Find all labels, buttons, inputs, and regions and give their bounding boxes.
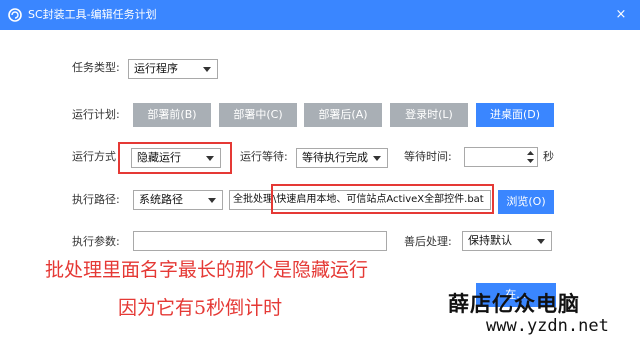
highlight-run-mode	[118, 142, 232, 174]
on-desktop-button[interactable]: 进桌面(D)	[476, 103, 554, 127]
exec-path-type-value: 系统路径	[139, 193, 183, 206]
deploy-after-button[interactable]: 部署后(A)	[304, 103, 382, 127]
watermark-title: 薛店亿众电脑	[448, 291, 580, 316]
post-process-select[interactable]: 保持默认	[462, 231, 552, 251]
dialog-window: SC封装工具-编辑任务计划 × 任务类型: 运行程序 运行计划: 部署前(B) …	[0, 0, 640, 347]
close-icon[interactable]: ×	[612, 6, 630, 24]
task-type-label: 任务类型:	[72, 61, 120, 74]
highlight-exec-path	[271, 184, 494, 214]
on-login-button[interactable]: 登录时(L)	[390, 103, 468, 127]
run-wait-label: 运行等待:	[240, 150, 288, 163]
task-type-value: 运行程序	[134, 62, 178, 75]
spin-arrows-icon[interactable]	[526, 149, 535, 165]
run-mode-label: 运行方式	[72, 150, 116, 163]
title-bar[interactable]: SC封装工具-编辑任务计划 ×	[0, 0, 640, 30]
deploy-during-button[interactable]: 部署中(C)	[219, 103, 297, 127]
chevron-down-icon	[203, 67, 211, 72]
annotation-line-2: 因为它有5秒倒计时	[118, 297, 283, 319]
chevron-down-icon	[208, 198, 216, 203]
exec-params-input[interactable]	[133, 231, 387, 251]
watermark-url: www.yzdn.net	[486, 316, 609, 336]
wait-time-unit: 秒	[543, 150, 554, 163]
chevron-down-icon	[373, 156, 381, 161]
post-process-label: 善后处理:	[404, 235, 452, 248]
wait-time-spinner[interactable]	[464, 147, 538, 167]
exec-path-type-select[interactable]: 系统路径	[133, 190, 223, 210]
browse-button[interactable]: 浏览(O)	[498, 190, 554, 214]
task-type-select[interactable]: 运行程序	[128, 59, 218, 79]
run-wait-select[interactable]: 等待执行完成	[296, 148, 388, 168]
deploy-before-button[interactable]: 部署前(B)	[133, 103, 211, 127]
annotation-line-1: 批处理里面名字最长的那个是隐藏运行	[45, 259, 369, 281]
window-title: SC封装工具-编辑任务计划	[28, 8, 157, 21]
run-wait-value: 等待执行完成	[302, 151, 368, 164]
run-plan-label: 运行计划:	[72, 108, 120, 121]
app-logo-icon	[8, 8, 22, 22]
exec-params-label: 执行参数:	[72, 235, 120, 248]
exec-path-label: 执行路径:	[72, 193, 120, 206]
wait-time-label: 等待时间:	[404, 150, 452, 163]
post-process-value: 保持默认	[468, 234, 512, 247]
chevron-down-icon	[537, 239, 545, 244]
